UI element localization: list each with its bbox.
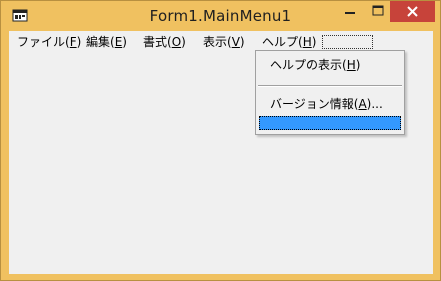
close-icon: [407, 6, 418, 17]
version-info-label: バージョン情報(: [270, 97, 359, 111]
menu-help-label: ヘルプ(: [262, 35, 303, 49]
close-button[interactable]: [390, 1, 435, 22]
menu-edit-label: 編集(: [86, 35, 115, 49]
minimize-button[interactable]: [335, 1, 365, 22]
menu-help[interactable]: ヘルプ(H): [262, 34, 316, 50]
minimize-icon: [345, 12, 355, 14]
main-window: Form1.MainMenu1 ファイル(F) 編集(E) 書式(O) 表示(V…: [0, 0, 441, 281]
menu-file-mnemonic: F: [69, 35, 77, 49]
menu-item-new-placeholder-selected[interactable]: [259, 116, 401, 130]
menu-help-label-end: ): [311, 35, 317, 49]
menu-item-help-topics[interactable]: ヘルプの表示(H): [270, 57, 360, 73]
menu-format-label-end: ): [181, 35, 186, 49]
menu-view-label: 表示(: [203, 35, 232, 49]
title-bar[interactable]: Form1.MainMenu1: [1, 1, 440, 31]
menu-item-version-info[interactable]: バージョン情報(A)...: [270, 96, 383, 112]
menu-edit[interactable]: 編集(E): [86, 34, 127, 50]
form-client-area: ファイル(F) 編集(E) 書式(O) 表示(V) ヘルプ(H) ヘルプの表示(…: [9, 31, 433, 274]
menu-separator: [258, 85, 402, 87]
maximize-button[interactable]: [365, 1, 391, 22]
menu-format-mnemonic: O: [171, 35, 182, 49]
menu-view-label-end: ): [239, 35, 245, 49]
menu-edit-label-end: ): [122, 35, 127, 49]
menu-view[interactable]: 表示(V): [203, 34, 245, 50]
menu-format-label: 書式(: [143, 35, 172, 49]
menu-help-mnemonic: H: [302, 35, 312, 49]
menu-view-mnemonic: V: [231, 35, 240, 49]
menu-file-label-end: ): [76, 35, 82, 49]
menu-file-label: ファイル(: [17, 35, 70, 49]
menu-format[interactable]: 書式(O): [143, 34, 186, 50]
help-topics-label: ヘルプの表示(: [270, 58, 347, 72]
version-info-label-end: )...: [366, 97, 383, 111]
help-topics-label-end: ): [355, 58, 361, 72]
menu-bar: ファイル(F) 編集(E) 書式(O) 表示(V) ヘルプ(H): [9, 31, 433, 51]
help-dropdown-menu: ヘルプの表示(H) バージョン情報(A)...: [255, 50, 405, 135]
version-info-mnemonic: A: [358, 97, 367, 111]
menu-file[interactable]: ファイル(F): [17, 34, 81, 50]
maximize-icon: [372, 5, 384, 16]
menu-new-item-placeholder[interactable]: [322, 35, 373, 49]
help-topics-mnemonic: H: [346, 58, 356, 72]
